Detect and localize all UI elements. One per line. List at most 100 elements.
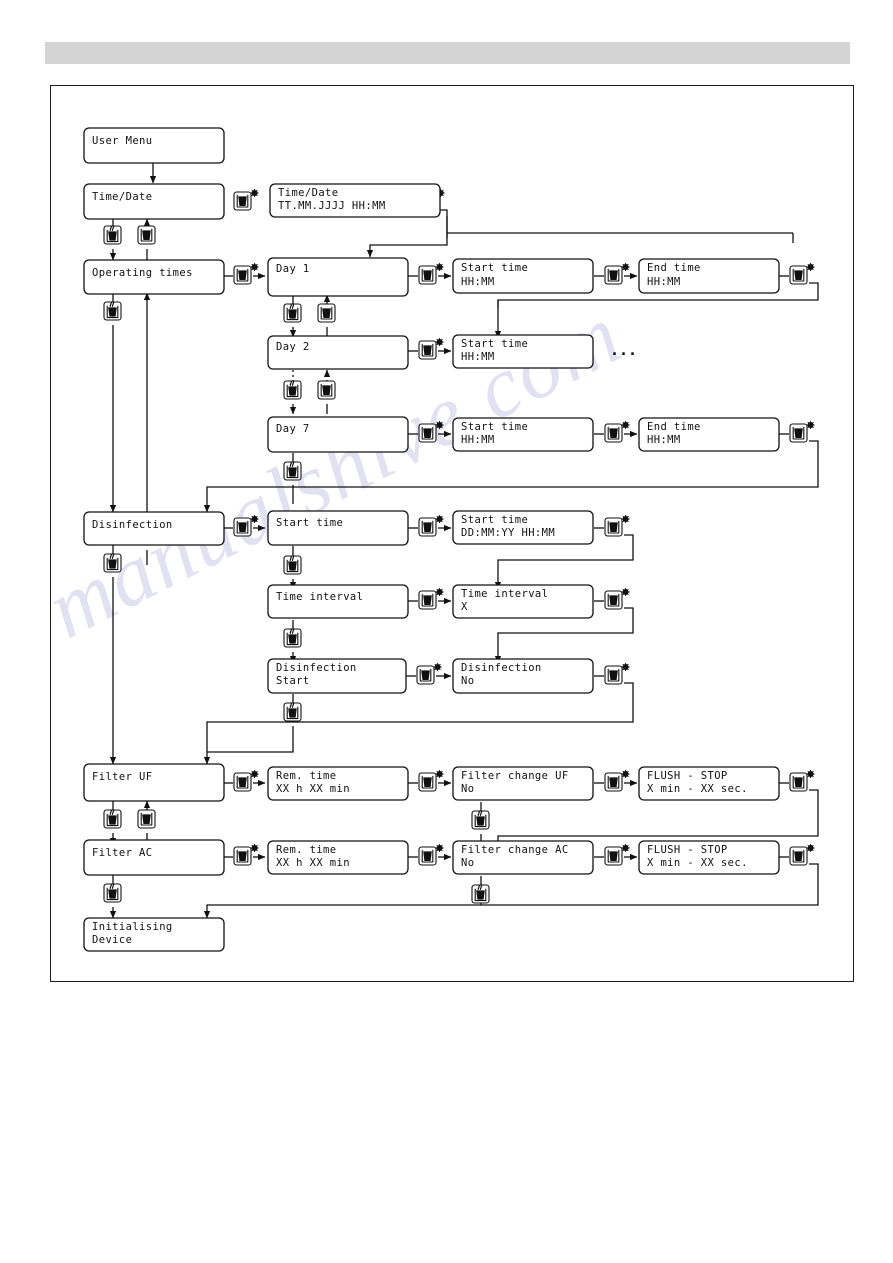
node-line: Device <box>92 934 132 946</box>
glass-button-asterisk-icon[interactable] <box>604 420 630 443</box>
node-line: Disinfection <box>461 662 542 674</box>
glass-button-asterisk-icon[interactable] <box>604 262 630 285</box>
glass-button-asterisk-icon[interactable] <box>604 662 630 685</box>
glass-button-down-arrow-icon[interactable] <box>283 461 302 481</box>
glass-button-asterisk-icon[interactable] <box>418 587 444 610</box>
node-filter-change-uf[interactable]: Filter change UF No <box>452 766 594 801</box>
glass-button-asterisk-icon[interactable] <box>233 188 259 211</box>
node-time-date[interactable]: Time/Date <box>83 183 225 220</box>
node-line: X min - XX sec. <box>647 783 748 795</box>
node-flush-stop-ac[interactable]: FLUSH - STOP X min - XX sec. <box>638 840 780 875</box>
glass-button-asterisk-icon[interactable] <box>233 769 259 792</box>
node-line: Operating times <box>92 267 193 279</box>
node-disinfection-no[interactable]: Disinfection No <box>452 658 594 694</box>
node-line: Disinfection <box>92 519 173 531</box>
glass-button-icon[interactable] <box>137 809 156 829</box>
node-line: Start time <box>461 338 528 350</box>
node-line: Filter AC <box>92 847 153 859</box>
glass-button-asterisk-icon[interactable] <box>789 262 815 285</box>
node-line: Rem. time <box>276 844 337 856</box>
glass-button-asterisk-icon[interactable] <box>604 587 630 610</box>
node-filter-change-ac[interactable]: Filter change AC No <box>452 840 594 875</box>
node-filter-uf[interactable]: Filter UF <box>83 763 225 802</box>
node-line: HH:MM <box>461 434 495 446</box>
glass-button-asterisk-icon[interactable] <box>604 843 630 866</box>
node-line: Start time <box>461 262 528 274</box>
node-flush-stop-uf[interactable]: FLUSH - STOP X min - XX sec. <box>638 766 780 801</box>
node-line: FLUSH - STOP <box>647 770 728 782</box>
node-line: Start <box>276 675 310 687</box>
glass-button-asterisk-icon[interactable] <box>604 769 630 792</box>
node-line: Filter change AC <box>461 844 569 856</box>
glass-button-asterisk-icon[interactable] <box>789 769 815 792</box>
node-line: End time <box>647 421 701 433</box>
node-time-interval-value[interactable]: Time interval X <box>452 584 594 619</box>
node-disinfection[interactable]: Disinfection <box>83 511 225 546</box>
node-line: Day 2 <box>276 341 310 353</box>
glass-button-down-arrow-icon[interactable] <box>283 555 302 575</box>
glass-button-down-arrow-icon[interactable] <box>103 553 122 573</box>
glass-button-asterisk-icon[interactable] <box>418 769 444 792</box>
page-root: manualshive.com User Menu Time/Date Time… <box>0 0 893 1263</box>
node-line: HH:MM <box>461 351 495 363</box>
node-remaining-time-ac[interactable]: Rem. time XX h XX min <box>267 840 409 875</box>
node-line: User Menu <box>92 135 153 147</box>
node-time-interval[interactable]: Time interval <box>267 584 409 619</box>
node-line: No <box>461 675 474 687</box>
glass-button-down-arrow-icon[interactable] <box>103 225 122 245</box>
node-line: Filter change UF <box>461 770 569 782</box>
glass-button-asterisk-icon[interactable] <box>416 662 442 685</box>
glass-button-icon[interactable] <box>137 225 156 245</box>
glass-button-down-arrow-icon[interactable] <box>471 810 490 830</box>
node-remaining-time-uf[interactable]: Rem. time XX h XX min <box>267 766 409 801</box>
node-line: X min - XX sec. <box>647 857 748 869</box>
node-initialising-device[interactable]: Initialising Device <box>83 917 225 952</box>
node-day-1[interactable]: Day 1 <box>267 257 409 297</box>
node-line: Rem. time <box>276 770 337 782</box>
node-line: Day 7 <box>276 423 310 435</box>
node-line: HH:MM <box>647 276 681 288</box>
node-day-7-end-time[interactable]: End time HH:MM <box>638 417 780 452</box>
node-line: Start time <box>276 517 343 529</box>
glass-button-asterisk-icon[interactable] <box>418 337 444 360</box>
glass-button-asterisk-icon[interactable] <box>233 514 259 537</box>
glass-button-asterisk-icon[interactable] <box>418 420 444 443</box>
node-line: Time interval <box>276 591 363 603</box>
glass-button-icon[interactable] <box>317 380 336 400</box>
node-day-2-start-time[interactable]: Start time HH:MM <box>452 334 594 369</box>
glass-button-down-arrow-icon[interactable] <box>103 883 122 903</box>
glass-button-down-arrow-icon[interactable] <box>283 303 302 323</box>
glass-button-down-arrow-icon[interactable] <box>283 702 302 722</box>
glass-button-asterisk-icon[interactable] <box>789 843 815 866</box>
glass-button-down-arrow-icon[interactable] <box>103 301 122 321</box>
glass-button-down-arrow-icon[interactable] <box>283 628 302 648</box>
node-day-2[interactable]: Day 2 <box>267 335 409 370</box>
node-disinfection-start-value[interactable]: Start time DD:MM:YY HH:MM <box>452 510 594 545</box>
node-disinfection-start-prompt[interactable]: Disinfection Start <box>267 658 407 694</box>
node-operating-times[interactable]: Operating times <box>83 259 225 295</box>
node-line: Start time <box>461 421 528 433</box>
glass-button-down-arrow-icon[interactable] <box>283 380 302 400</box>
node-user-menu[interactable]: User Menu <box>83 127 225 164</box>
flowchart-svg: User Menu Time/Date Time/Date TT.MM.JJJJ… <box>83 127 819 952</box>
node-day-1-start-time[interactable]: Start time HH:MM <box>452 258 594 294</box>
glass-button-asterisk-icon[interactable] <box>789 420 815 443</box>
glass-button-down-arrow-icon[interactable] <box>471 884 490 904</box>
glass-button-down-arrow-icon[interactable] <box>103 809 122 829</box>
display-boxes: User Menu Time/Date Time/Date TT.MM.JJJJ… <box>83 127 780 952</box>
node-line: X <box>461 601 468 613</box>
node-filter-ac[interactable]: Filter AC <box>83 839 225 876</box>
node-time-date-value[interactable]: Time/Date TT.MM.JJJJ HH:MM <box>269 183 441 218</box>
node-line: TT.MM.JJJJ HH:MM <box>278 200 386 212</box>
glass-button-asterisk-icon[interactable] <box>418 843 444 866</box>
glass-button-asterisk-icon[interactable] <box>604 514 630 537</box>
glass-button-asterisk-icon[interactable] <box>233 262 259 285</box>
glass-button-icon[interactable] <box>317 303 336 323</box>
node-disinfection-start-time[interactable]: Start time <box>267 510 409 546</box>
glass-button-asterisk-icon[interactable] <box>418 262 444 285</box>
glass-button-asterisk-icon[interactable] <box>233 843 259 866</box>
node-day-7[interactable]: Day 7 <box>267 416 409 453</box>
node-day-1-end-time[interactable]: End time HH:MM <box>638 258 780 294</box>
glass-button-asterisk-icon[interactable] <box>418 514 444 537</box>
node-day-7-start-time[interactable]: Start time HH:MM <box>452 417 594 452</box>
